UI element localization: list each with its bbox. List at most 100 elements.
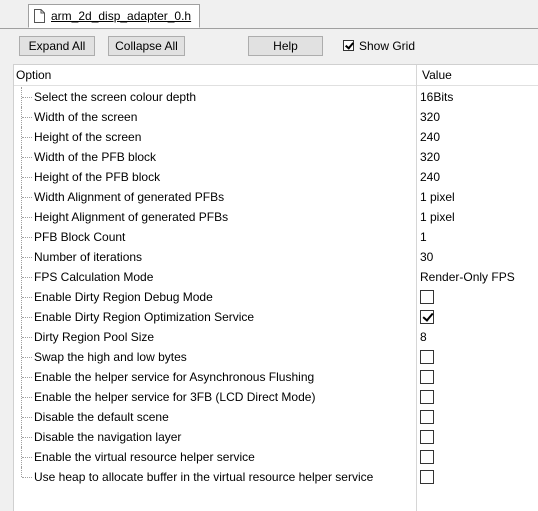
show-grid-toggle[interactable]: Show Grid	[343, 39, 415, 53]
option-row[interactable]: FPS Calculation Mode Render-Only FPS	[14, 267, 538, 287]
header-option: Option	[16, 68, 52, 82]
option-value[interactable]: 30	[420, 247, 538, 267]
option-value[interactable]: 240	[420, 167, 538, 187]
option-row[interactable]: Width of the PFB block 320	[14, 147, 538, 167]
option-label: FPS Calculation Mode	[34, 270, 154, 284]
option-row[interactable]: PFB Block Count 1	[14, 227, 538, 247]
tree-connector	[21, 147, 33, 167]
tree-connector	[21, 227, 33, 247]
option-label: Width of the PFB block	[34, 150, 157, 164]
option-row[interactable]: Height Alignment of generated PFBs 1 pixe…	[14, 207, 538, 227]
collapse-all-button[interactable]: Collapse All	[108, 36, 185, 56]
option-row[interactable]: Use heap to allocate buffer in the virtu…	[14, 467, 538, 487]
option-value[interactable]: 1 pixel	[420, 187, 538, 207]
option-value-cell	[420, 407, 538, 427]
option-row[interactable]: Disable the default scene	[14, 407, 538, 427]
tree-connector	[21, 167, 33, 187]
option-checkbox[interactable]	[420, 430, 434, 444]
option-value-cell	[420, 467, 538, 487]
option-label: Disable the navigation layer	[34, 430, 182, 444]
tree-connector	[21, 187, 33, 207]
option-value[interactable]: 1 pixel	[420, 207, 538, 227]
option-value-cell	[420, 427, 538, 447]
option-checkbox[interactable]	[420, 390, 434, 404]
option-checkbox[interactable]	[420, 310, 434, 324]
tree-connector	[21, 207, 33, 227]
tree-connector	[21, 387, 33, 407]
tab-strip: arm_2d_disp_adapter_0.h	[0, 0, 538, 29]
tree-connector	[21, 267, 33, 287]
tree-connector	[21, 327, 33, 347]
option-label: Height of the screen	[34, 130, 142, 144]
tree-connector	[21, 407, 33, 427]
tab-arm-2d-disp-adapter[interactable]: arm_2d_disp_adapter_0.h	[28, 4, 201, 28]
option-row[interactable]: Height of the PFB block 240	[14, 167, 538, 187]
tree-connector	[21, 367, 33, 387]
tree-connector	[21, 107, 33, 127]
help-button[interactable]: Help	[248, 36, 323, 56]
expand-all-button[interactable]: Expand All	[19, 36, 95, 56]
option-row[interactable]: Swap the high and low bytes	[14, 347, 538, 367]
option-value[interactable]: Render-Only FPS	[420, 267, 538, 287]
option-label: Dirty Region Pool Size	[34, 330, 155, 344]
tree-connector	[21, 287, 33, 307]
option-row[interactable]: Enable the helper service for Asynchrono…	[14, 367, 538, 387]
option-checkbox[interactable]	[420, 410, 434, 424]
option-checkbox[interactable]	[420, 350, 434, 364]
file-icon	[34, 9, 45, 23]
show-grid-checkbox[interactable]	[343, 40, 354, 51]
option-row[interactable]: Enable Dirty Region Optimization Service	[14, 307, 538, 327]
option-label: Height of the PFB block	[34, 170, 161, 184]
show-grid-label: Show Grid	[359, 39, 416, 53]
tree-connector	[21, 307, 33, 327]
toolbar: Expand All Collapse All Help Show Grid	[0, 29, 538, 62]
option-row[interactable]: Width Alignment of generated PFBs 1 pixel	[14, 187, 538, 207]
option-value[interactable]: 240	[420, 127, 538, 147]
option-row[interactable]: Enable the helper service for 3FB (LCD D…	[14, 387, 538, 407]
option-value-cell	[420, 307, 538, 327]
options-grid: Option Value Select the screen colour de…	[13, 64, 538, 511]
option-label: Enable Dirty Region Optimization Service	[34, 310, 255, 324]
tab-label: arm_2d_disp_adapter_0.h	[51, 9, 192, 23]
option-checkbox[interactable]	[420, 290, 434, 304]
option-value[interactable]: 320	[420, 107, 538, 127]
tree-connector	[21, 247, 33, 267]
option-label: Enable Dirty Region Debug Mode	[34, 290, 213, 304]
option-row[interactable]: Select the screen colour depth 16Bits	[14, 87, 538, 107]
option-row[interactable]: Height of the screen 240	[14, 127, 538, 147]
option-value[interactable]: 320	[420, 147, 538, 167]
option-rows: Select the screen colour depth 16Bits Widt…	[14, 87, 538, 487]
option-value-cell	[420, 387, 538, 407]
option-label: Select the screen colour depth	[34, 90, 197, 104]
option-row[interactable]: Width of the screen 320	[14, 107, 538, 127]
option-value-cell	[420, 287, 538, 307]
option-value-cell	[420, 367, 538, 387]
grid-header: Option Value	[14, 65, 538, 86]
option-checkbox[interactable]	[420, 450, 434, 464]
option-row[interactable]: Dirty Region Pool Size 8	[14, 327, 538, 347]
option-row[interactable]: Disable the navigation layer	[14, 427, 538, 447]
option-row[interactable]: Number of iterations 30	[14, 247, 538, 267]
option-label: Disable the default scene	[34, 410, 169, 424]
tree-connector	[21, 467, 33, 487]
tree-connector	[21, 347, 33, 367]
option-value[interactable]: 8	[420, 327, 538, 347]
option-value[interactable]: 1	[420, 227, 538, 247]
option-label: Height Alignment of generated PFBs	[34, 210, 229, 224]
option-checkbox[interactable]	[420, 370, 434, 384]
option-value-cell	[420, 347, 538, 367]
option-label: Number of iterations	[34, 250, 143, 264]
option-value[interactable]: 16Bits	[420, 87, 538, 107]
tree-connector	[21, 87, 33, 107]
option-label: Width Alignment of generated PFBs	[34, 190, 225, 204]
option-row[interactable]: Enable Dirty Region Debug Mode	[14, 287, 538, 307]
option-label: Enable the virtual resource helper servi…	[34, 450, 255, 464]
option-label: PFB Block Count	[34, 230, 126, 244]
option-checkbox[interactable]	[420, 470, 434, 484]
option-label: Swap the high and low bytes	[34, 350, 187, 364]
option-row[interactable]: Enable the virtual resource helper servi…	[14, 447, 538, 467]
option-label: Width of the screen	[34, 110, 138, 124]
option-label: Enable the helper service for 3FB (LCD D…	[34, 390, 316, 404]
tree-connector	[21, 427, 33, 447]
option-label: Enable the helper service for Asynchrono…	[34, 370, 315, 384]
